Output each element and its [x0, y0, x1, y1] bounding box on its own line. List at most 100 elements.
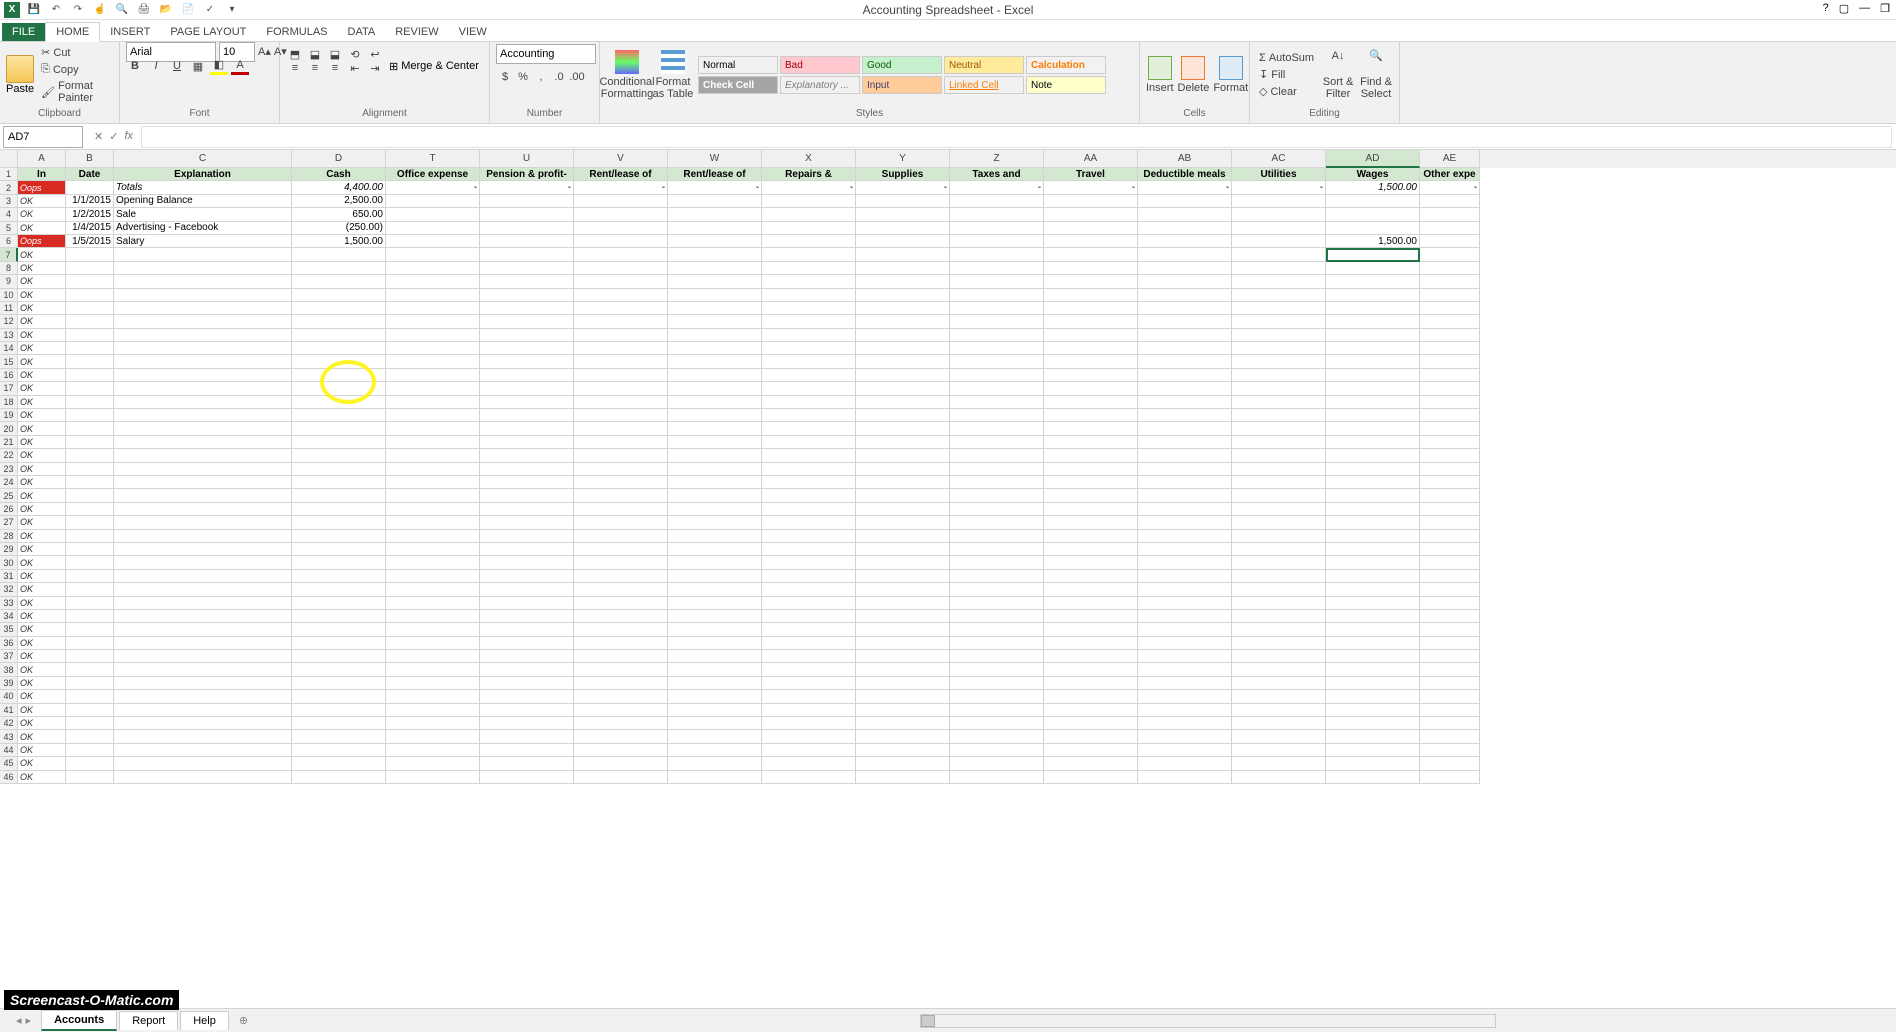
- cell-AE44[interactable]: [1420, 744, 1480, 757]
- cell-C35[interactable]: [114, 623, 292, 636]
- cell-AD43[interactable]: [1326, 730, 1420, 743]
- cell-B20[interactable]: [66, 422, 114, 435]
- clear-button[interactable]: ◇ Clear: [1256, 84, 1317, 99]
- cell-B28[interactable]: [66, 530, 114, 543]
- cell-C36[interactable]: [114, 637, 292, 650]
- cell-A2[interactable]: Oops: [18, 181, 66, 194]
- cell-header-AA[interactable]: Travel: [1044, 168, 1138, 181]
- cell-AA26[interactable]: [1044, 503, 1138, 516]
- cell-AD13[interactable]: [1326, 329, 1420, 342]
- cell-T19[interactable]: [386, 409, 480, 422]
- cell-W17[interactable]: [668, 382, 762, 395]
- cell-AA37[interactable]: [1044, 650, 1138, 663]
- cell-U40[interactable]: [480, 690, 574, 703]
- autosum-button[interactable]: Σ AutoSum: [1256, 51, 1317, 65]
- cell-V4[interactable]: [574, 208, 668, 221]
- cell-Y37[interactable]: [856, 650, 950, 663]
- cell-AB8[interactable]: [1138, 262, 1232, 275]
- col-header-C[interactable]: C: [114, 150, 292, 168]
- cell-V37[interactable]: [574, 650, 668, 663]
- cell-AB26[interactable]: [1138, 503, 1232, 516]
- cell-AD28[interactable]: [1326, 530, 1420, 543]
- cell-Y34[interactable]: [856, 610, 950, 623]
- cell-A37[interactable]: OK: [18, 650, 66, 663]
- cell-AB46[interactable]: [1138, 771, 1232, 784]
- cell-AB22[interactable]: [1138, 449, 1232, 462]
- cell-AE21[interactable]: [1420, 436, 1480, 449]
- cell-U18[interactable]: [480, 396, 574, 409]
- cell-AB7[interactable]: [1138, 248, 1232, 261]
- cell-U38[interactable]: [480, 663, 574, 676]
- cell-AD29[interactable]: [1326, 543, 1420, 556]
- cell-C39[interactable]: [114, 677, 292, 690]
- cell-T39[interactable]: [386, 677, 480, 690]
- format-as-table-button[interactable]: Format as Table: [652, 50, 694, 100]
- cell-AE18[interactable]: [1420, 396, 1480, 409]
- cell-AE27[interactable]: [1420, 516, 1480, 529]
- cell-AD16[interactable]: [1326, 369, 1420, 382]
- cell-C11[interactable]: [114, 302, 292, 315]
- cell-W13[interactable]: [668, 329, 762, 342]
- style-linked-cell[interactable]: Linked Cell: [944, 76, 1024, 94]
- cell-Y41[interactable]: [856, 704, 950, 717]
- cell-T32[interactable]: [386, 583, 480, 596]
- cell-W28[interactable]: [668, 530, 762, 543]
- cell-AB19[interactable]: [1138, 409, 1232, 422]
- cell-U17[interactable]: [480, 382, 574, 395]
- cell-B11[interactable]: [66, 302, 114, 315]
- row-header-31[interactable]: 31: [0, 570, 18, 583]
- cell-T46[interactable]: [386, 771, 480, 784]
- help-icon[interactable]: ?: [1823, 2, 1829, 15]
- cell-D33[interactable]: [292, 597, 386, 610]
- cell-U32[interactable]: [480, 583, 574, 596]
- cell-AD4[interactable]: [1326, 208, 1420, 221]
- col-header-Y[interactable]: Y: [856, 150, 950, 168]
- cell-X37[interactable]: [762, 650, 856, 663]
- cell-Y43[interactable]: [856, 730, 950, 743]
- cell-Z18[interactable]: [950, 396, 1044, 409]
- cell-X23[interactable]: [762, 463, 856, 476]
- cell-C9[interactable]: [114, 275, 292, 288]
- cell-U13[interactable]: [480, 329, 574, 342]
- cell-AE34[interactable]: [1420, 610, 1480, 623]
- cell-Y4[interactable]: [856, 208, 950, 221]
- cell-D20[interactable]: [292, 422, 386, 435]
- redo-icon[interactable]: ↷: [70, 2, 86, 18]
- borders-icon[interactable]: ▦: [189, 57, 207, 75]
- cell-W34[interactable]: [668, 610, 762, 623]
- cell-U2[interactable]: -: [480, 181, 574, 194]
- horizontal-scrollbar[interactable]: [920, 1014, 1496, 1028]
- cell-X36[interactable]: [762, 637, 856, 650]
- cell-B44[interactable]: [66, 744, 114, 757]
- cell-B40[interactable]: [66, 690, 114, 703]
- cell-Z7[interactable]: [950, 248, 1044, 261]
- tab-review[interactable]: REVIEW: [385, 23, 448, 41]
- cell-U35[interactable]: [480, 623, 574, 636]
- cell-V15[interactable]: [574, 355, 668, 368]
- currency-icon[interactable]: $: [496, 68, 514, 86]
- cell-Y26[interactable]: [856, 503, 950, 516]
- cell-T21[interactable]: [386, 436, 480, 449]
- cell-C28[interactable]: [114, 530, 292, 543]
- cell-A41[interactable]: OK: [18, 704, 66, 717]
- align-left-icon[interactable]: ≡: [286, 59, 304, 77]
- cell-AA15[interactable]: [1044, 355, 1138, 368]
- cell-Y5[interactable]: [856, 222, 950, 235]
- row-header-13[interactable]: 13: [0, 329, 18, 342]
- cell-AB23[interactable]: [1138, 463, 1232, 476]
- cell-U23[interactable]: [480, 463, 574, 476]
- cell-C18[interactable]: [114, 396, 292, 409]
- cell-D4[interactable]: 650.00: [292, 208, 386, 221]
- cell-C2[interactable]: Totals: [114, 181, 292, 194]
- cell-AA3[interactable]: [1044, 195, 1138, 208]
- new-sheet-icon[interactable]: ⊕: [231, 1014, 256, 1027]
- cell-AD17[interactable]: [1326, 382, 1420, 395]
- cell-AA24[interactable]: [1044, 476, 1138, 489]
- cell-D19[interactable]: [292, 409, 386, 422]
- cell-W6[interactable]: [668, 235, 762, 248]
- cell-X22[interactable]: [762, 449, 856, 462]
- cell-AB5[interactable]: [1138, 222, 1232, 235]
- cell-A19[interactable]: OK: [18, 409, 66, 422]
- cell-W40[interactable]: [668, 690, 762, 703]
- cell-A40[interactable]: OK: [18, 690, 66, 703]
